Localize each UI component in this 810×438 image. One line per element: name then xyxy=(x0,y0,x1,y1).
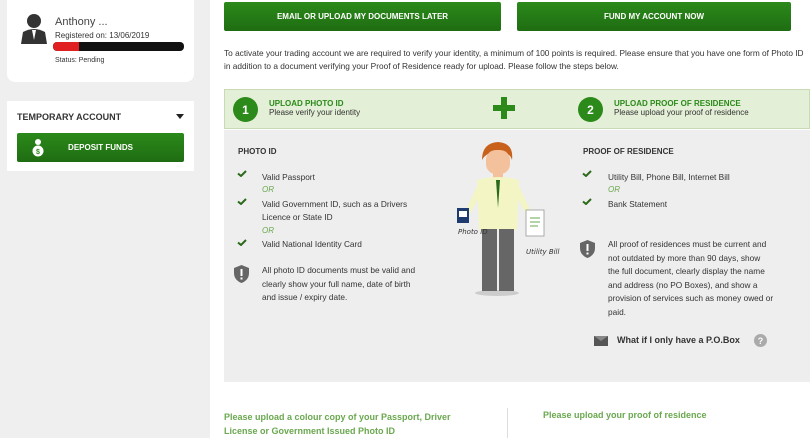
upload-later-button[interactable]: EMAIL OR UPLOAD MY DOCUMENTS LATER xyxy=(224,2,501,31)
photo-id-item-cont: Licence or State ID xyxy=(262,212,333,222)
proof-item: Utility Bill, Phone Bill, Internet Bill xyxy=(608,172,730,182)
user-avatar-icon xyxy=(21,14,47,44)
pobox-link[interactable]: What if I only have a P.O.Box xyxy=(617,335,740,345)
or-separator: OR xyxy=(608,185,620,194)
help-icon[interactable]: ? xyxy=(754,334,767,347)
verification-illustration: Photo ID Utility Bill xyxy=(457,142,560,296)
check-icon xyxy=(237,239,247,246)
proof-note-line: and address (no PO Boxes), and show a xyxy=(608,279,758,290)
requirements-box: PHOTO ID Valid Passport OR Valid Governm… xyxy=(224,130,810,382)
intro-text: To activate your trading account we are … xyxy=(224,48,804,71)
photo-id-item: Valid National Identity Card xyxy=(262,239,362,249)
profile-card: Anthony ... Registered on: 13/06/2019 St… xyxy=(7,0,194,82)
step-2-number: 2 xyxy=(578,97,603,122)
deposit-funds-label: DEPOSIT FUNDS xyxy=(68,143,133,152)
photo-id-item: Valid Passport xyxy=(262,172,315,182)
verification-progress-fill xyxy=(53,42,80,51)
step-1-title: UPLOAD PHOTO ID xyxy=(269,99,344,108)
photo-id-note-line: clearly show your full name, date of bir… xyxy=(262,278,411,289)
step-1-subtitle: Please verify your identity xyxy=(269,108,361,117)
photo-id-note-line: All photo ID documents must be valid and xyxy=(262,265,416,275)
or-separator: OR xyxy=(262,226,274,235)
proof-note-line: All proof of residences must be current … xyxy=(608,239,767,249)
fund-account-button[interactable]: FUND MY ACCOUNT NOW xyxy=(517,2,791,31)
shield-alert-icon xyxy=(580,240,595,258)
money-bag-icon: $ xyxy=(32,139,44,157)
profile-name: Anthony ... xyxy=(55,16,108,28)
column-divider xyxy=(507,408,508,438)
main-panel: EMAIL OR UPLOAD MY DOCUMENTS LATER FUND … xyxy=(210,0,810,438)
proof-heading: PROOF OF RESIDENCE xyxy=(583,147,674,156)
temporary-account-title[interactable]: TEMPORARY ACCOUNT xyxy=(17,112,121,122)
account-status: Status: Pending xyxy=(55,57,105,64)
step-2-title: UPLOAD PROOF OF RESIDENCE xyxy=(614,99,741,108)
step-1-number: 1 xyxy=(233,97,258,122)
or-separator: OR xyxy=(262,185,274,194)
check-icon xyxy=(237,198,247,205)
proof-note-line: not outdated by more than 90 days, show xyxy=(608,252,761,263)
photo-id-heading: PHOTO ID xyxy=(238,147,277,156)
chevron-down-icon[interactable] xyxy=(176,114,184,119)
steps-bar: 1 UPLOAD PHOTO ID Please verify your ide… xyxy=(224,89,810,129)
svg-text:$: $ xyxy=(36,149,40,156)
check-icon xyxy=(582,170,592,177)
proof-item: Bank Statement xyxy=(608,199,668,209)
step-2-subtitle: Please upload your proof of residence xyxy=(614,108,749,117)
photo-id-note: All photo ID documents must be valid and… xyxy=(262,264,415,305)
check-icon xyxy=(582,198,592,205)
plus-icon xyxy=(493,97,515,119)
verification-progress xyxy=(53,42,184,51)
temporary-account-card: TEMPORARY ACCOUNT $ DEPOSIT FUNDS xyxy=(7,101,194,171)
envelope-icon xyxy=(594,336,608,346)
upload-proof-heading: Please upload your proof of residence xyxy=(543,410,707,420)
proof-note-line: provision of services such as money owed… xyxy=(608,293,774,303)
upload-photo-id-heading: Please upload a colour copy of your Pass… xyxy=(224,412,451,436)
shield-alert-icon xyxy=(234,265,249,283)
utility-bill-label: Utility Bill xyxy=(526,248,560,256)
proof-note: All proof of residences must be current … xyxy=(608,238,773,319)
registration-date: Registered on: 13/06/2019 xyxy=(55,31,150,40)
photo-id-note-line: and issue / expiry date. xyxy=(262,292,348,302)
proof-note-line: paid. xyxy=(608,306,626,317)
photo-id-label: Photo ID xyxy=(458,228,488,236)
check-icon xyxy=(237,170,247,177)
proof-note-line: the full document, clearly display the n… xyxy=(608,266,765,276)
deposit-funds-button[interactable]: $ DEPOSIT FUNDS xyxy=(17,133,184,162)
photo-id-item: Valid Government ID, such as a Drivers xyxy=(262,199,408,209)
